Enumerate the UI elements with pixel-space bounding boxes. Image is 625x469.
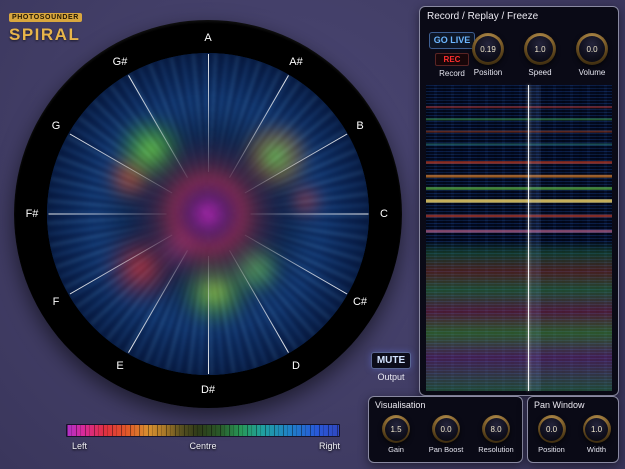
speed-knob-label: Speed [516, 68, 564, 77]
pan-boost-knob-label: Pan Boost [421, 445, 471, 454]
volume-knob-group: 0.0 Volume [568, 33, 616, 77]
note-ray [208, 256, 209, 374]
position-knob-face: 0.19 [475, 36, 501, 62]
note-label-g: G [52, 120, 61, 132]
photosounder-logo: PHOTOSOUNDER [9, 13, 82, 22]
resolution-knob-label: Resolution [471, 445, 521, 454]
pan-window-panel: Pan Window 0.0 Position 1.0 Width [527, 396, 619, 463]
position-knob-group: 0.19 Position [464, 33, 512, 77]
visualisation-panel: Visualisation 1.5 Gain 0.0 Pan Boost 8.0 [368, 396, 523, 463]
pan-boost-knob-face: 0.0 [435, 418, 458, 441]
gain-knob-group: 1.5 Gain [371, 415, 421, 454]
app-title: SPIRAL [9, 25, 82, 45]
mute-button[interactable]: MUTE [371, 352, 411, 369]
resolution-knob[interactable]: 8.0 [482, 415, 510, 443]
speed-knob-value: 1.0 [534, 45, 545, 54]
pan-width-knob-label: Width [575, 445, 618, 454]
pan-window-panel-title: Pan Window [528, 397, 618, 412]
position-knob[interactable]: 0.19 [472, 33, 504, 65]
output-label: Output [371, 372, 411, 382]
pan-legend-right: Right [319, 441, 340, 451]
gain-knob-label: Gain [371, 445, 421, 454]
note-label-e: E [116, 360, 123, 372]
note-label-d: D [292, 360, 300, 372]
resolution-knob-value: 8.0 [490, 425, 501, 434]
pan-legend-centre: Centre [189, 441, 216, 451]
record-panel-title: Record / Replay / Freeze [420, 7, 618, 25]
pan-boost-knob-group: 0.0 Pan Boost [421, 415, 471, 454]
pan-color-gradient-bar [66, 424, 340, 437]
resolution-knob-face: 8.0 [485, 418, 508, 441]
pan-width-knob-face: 1.0 [585, 418, 608, 441]
volume-knob-face: 0.0 [579, 36, 605, 62]
gain-knob-face: 1.5 [385, 418, 408, 441]
volume-knob-value: 0.0 [586, 45, 597, 54]
position-knob-value: 0.19 [480, 45, 496, 54]
note-ray [208, 54, 209, 172]
spiral-spectrum-display [47, 53, 369, 375]
gain-knob-value: 1.5 [390, 425, 401, 434]
pan-width-knob-value: 1.0 [591, 425, 602, 434]
pan-boost-knob[interactable]: 0.0 [432, 415, 460, 443]
note-label-g-sharp: G# [113, 56, 128, 68]
speed-knob-group: 1.0 Speed [516, 33, 564, 77]
pan-width-knob-group: 1.0 Width [575, 415, 618, 454]
pan-position-knob-value: 0.0 [546, 425, 557, 434]
speed-knob-face: 1.0 [527, 36, 553, 62]
pan-position-knob-label: Position [530, 445, 573, 454]
pan-width-knob[interactable]: 1.0 [583, 415, 611, 443]
volume-knob-label: Volume [568, 68, 616, 77]
spectrogram-display[interactable] [426, 85, 612, 391]
note-label-c-sharp: C# [353, 296, 367, 308]
pan-boost-knob-value: 0.0 [440, 425, 451, 434]
playhead-line [528, 85, 529, 391]
volume-knob[interactable]: 0.0 [576, 33, 608, 65]
position-knob-label: Position [464, 68, 512, 77]
resolution-knob-group: 8.0 Resolution [471, 415, 521, 454]
pan-position-knob[interactable]: 0.0 [538, 415, 566, 443]
record-replay-freeze-panel: Record / Replay / Freeze GO LIVE REC Rec… [419, 6, 619, 396]
pan-position-knob-group: 0.0 Position [530, 415, 573, 454]
spiral-bezel [14, 20, 402, 408]
visualisation-panel-title: Visualisation [369, 397, 522, 412]
gain-knob[interactable]: 1.5 [382, 415, 410, 443]
note-ray [48, 214, 166, 215]
note-label-d-sharp: D# [201, 384, 215, 396]
spiral-app-window: PHOTOSOUNDER SPIRAL A A# B C C# D D# E F… [0, 0, 625, 469]
pan-position-knob-face: 0.0 [540, 418, 563, 441]
note-label-b: B [356, 120, 363, 132]
note-label-c: C [380, 208, 388, 220]
note-label-f: F [53, 296, 60, 308]
note-label-a-sharp: A# [289, 56, 302, 68]
speed-knob[interactable]: 1.0 [524, 33, 556, 65]
brand-block: PHOTOSOUNDER SPIRAL [9, 6, 82, 45]
playhead-band [528, 85, 541, 391]
note-label-a: A [204, 32, 211, 44]
pan-legend-left: Left [72, 441, 87, 451]
note-ray [250, 214, 368, 215]
note-label-f-sharp: F# [26, 208, 39, 220]
